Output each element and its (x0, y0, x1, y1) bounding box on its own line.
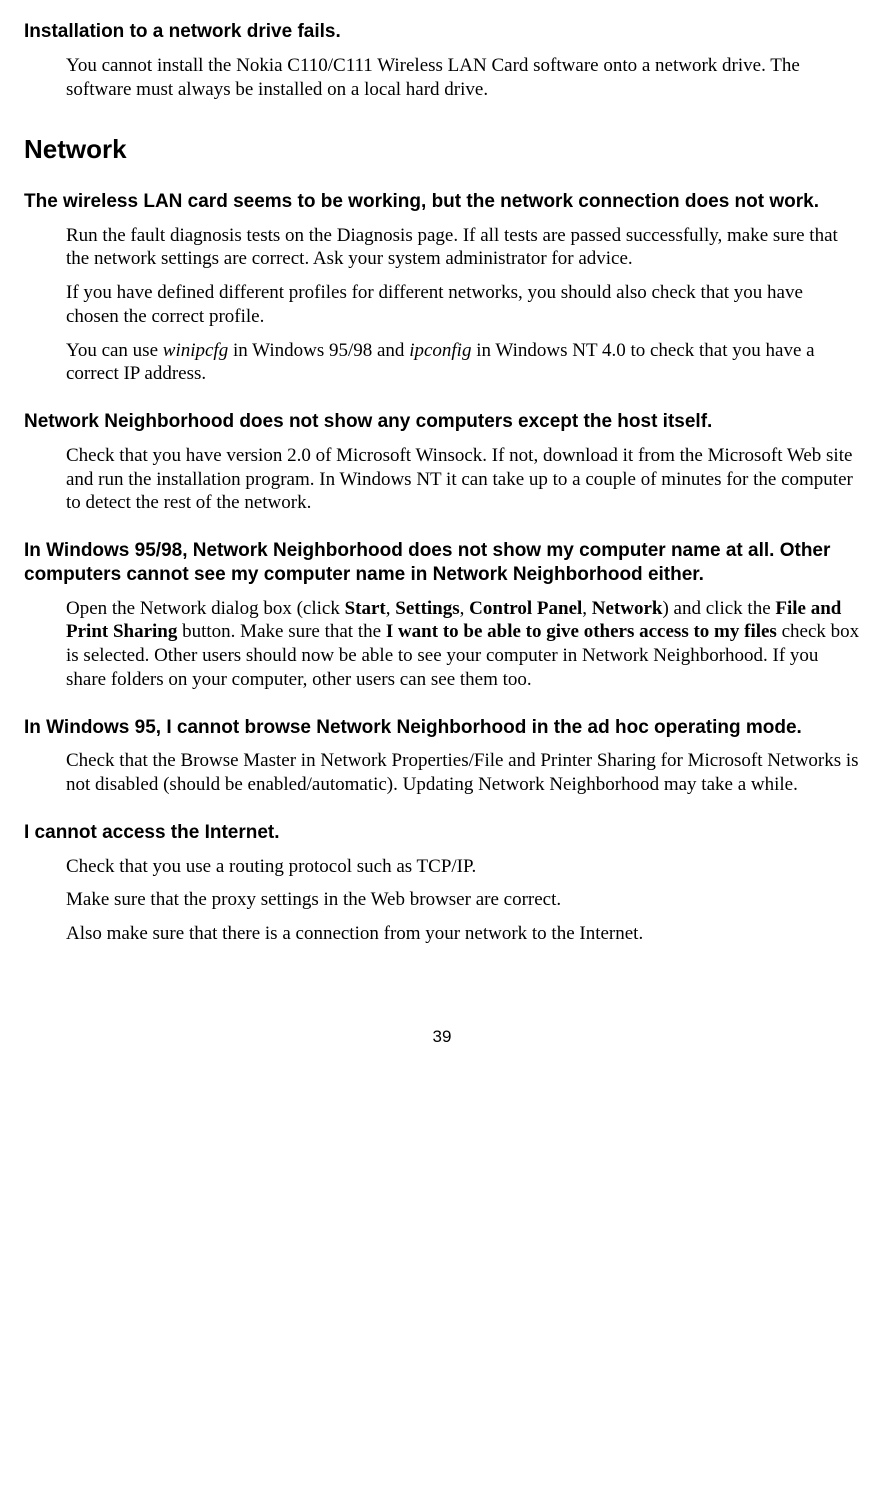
issue-no-internet-title: I cannot access the Internet. (24, 821, 860, 845)
issue-conn-p2: If you have defined different profiles f… (66, 281, 860, 329)
issue-95-adhoc-title: In Windows 95, I cannot browse Network N… (24, 716, 860, 740)
menu-control-panel: Control Panel (469, 598, 582, 619)
issue-95-adhoc-body: Check that the Browse Master in Network … (66, 749, 860, 797)
menu-network: Network (592, 598, 663, 619)
issue-no-internet-p1: Check that you use a routing protocol su… (66, 855, 860, 879)
section-network-title: Network (24, 133, 860, 166)
text-fragment: ) and click the (662, 598, 775, 619)
issue-conn-p3: You can use winipcfg in Windows 95/98 an… (66, 339, 860, 387)
cmd-winipcfg: winipcfg (163, 340, 228, 361)
text-fragment: , (386, 598, 396, 619)
issue-neighborhood-host-title: Network Neighborhood does not show any c… (24, 410, 860, 434)
page-number: 39 (24, 1026, 860, 1047)
text-fragment: Open the Network dialog box (click (66, 598, 345, 619)
issue-conn-not-work-title: The wireless LAN card seems to be workin… (24, 190, 860, 214)
cmd-ipconfig: ipconfig (409, 340, 471, 361)
menu-start: Start (345, 598, 386, 619)
issue-neighborhood-host-body: Check that you have version 2.0 of Micro… (66, 444, 860, 515)
issue-conn-p1: Run the fault diagnosis tests on the Dia… (66, 224, 860, 272)
text-fragment: , (460, 598, 470, 619)
text-fragment: , (582, 598, 592, 619)
chk-give-access: I want to be able to give others access … (386, 621, 777, 642)
issue-install-fail-title: Installation to a network drive fails. (24, 20, 860, 44)
text-fragment: button. Make sure that the (177, 621, 385, 642)
menu-settings: Settings (395, 598, 459, 619)
text-fragment: in Windows 95/98 and (228, 340, 409, 361)
issue-no-internet-p3: Also make sure that there is a connectio… (66, 922, 860, 946)
text-fragment: You can use (66, 340, 163, 361)
issue-install-fail-body: You cannot install the Nokia C110/C111 W… (66, 54, 860, 102)
issue-9598-name-title: In Windows 95/98, Network Neighborhood d… (24, 539, 860, 587)
issue-9598-name-body: Open the Network dialog box (click Start… (66, 597, 860, 692)
issue-no-internet-p2: Make sure that the proxy settings in the… (66, 888, 860, 912)
